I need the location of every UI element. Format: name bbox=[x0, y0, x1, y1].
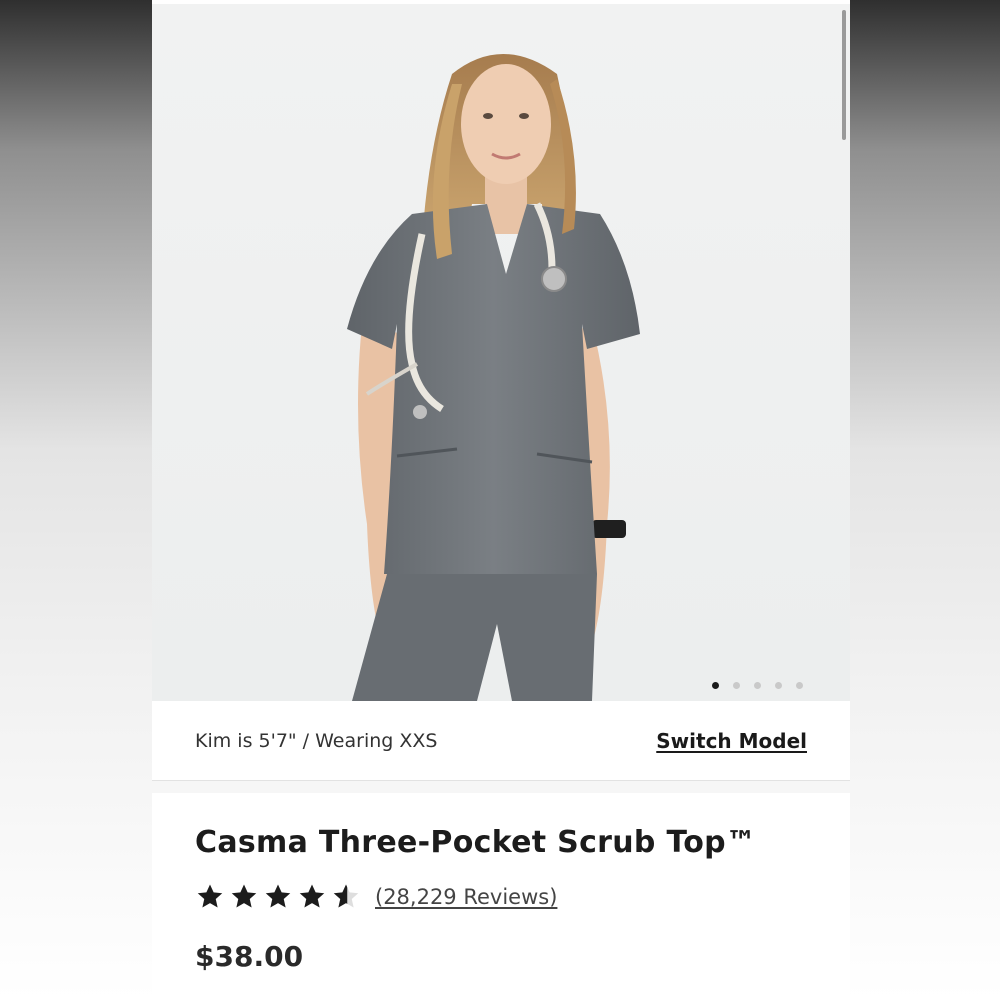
product-photo bbox=[347, 54, 640, 701]
carousel-dot-5[interactable] bbox=[796, 682, 803, 689]
carousel-indicators bbox=[712, 682, 803, 689]
right-blur-background bbox=[850, 0, 1000, 1000]
scrollbar[interactable] bbox=[842, 10, 846, 140]
product-rating: (28,229 Reviews) bbox=[195, 882, 557, 912]
section-divider bbox=[152, 781, 850, 793]
product-page: Kim is 5'7" / Wearing XXS Switch Model C… bbox=[152, 0, 850, 1000]
carousel-dot-3[interactable] bbox=[754, 682, 761, 689]
carousel-dot-4[interactable] bbox=[775, 682, 782, 689]
star-full-icon bbox=[231, 884, 257, 908]
star-half-icon bbox=[333, 884, 359, 908]
switch-model-link[interactable]: Switch Model bbox=[656, 729, 807, 753]
carousel-dot-1[interactable] bbox=[712, 682, 719, 689]
product-title: Casma Three-Pocket Scrub Top™ bbox=[195, 825, 757, 860]
star-full-icon bbox=[299, 884, 325, 908]
left-blur-background bbox=[0, 0, 152, 1000]
star-full-icon bbox=[197, 884, 223, 908]
product-price: $38.00 bbox=[195, 940, 304, 973]
product-image-carousel[interactable] bbox=[152, 4, 850, 701]
carousel-dot-2[interactable] bbox=[733, 682, 740, 689]
star-rating bbox=[195, 882, 361, 912]
star-full-icon bbox=[265, 884, 291, 908]
model-info-bar: Kim is 5'7" / Wearing XXS Switch Model bbox=[152, 701, 850, 781]
model-size-info: Kim is 5'7" / Wearing XXS bbox=[195, 729, 438, 752]
reviews-link[interactable]: (28,229 Reviews) bbox=[375, 885, 557, 909]
